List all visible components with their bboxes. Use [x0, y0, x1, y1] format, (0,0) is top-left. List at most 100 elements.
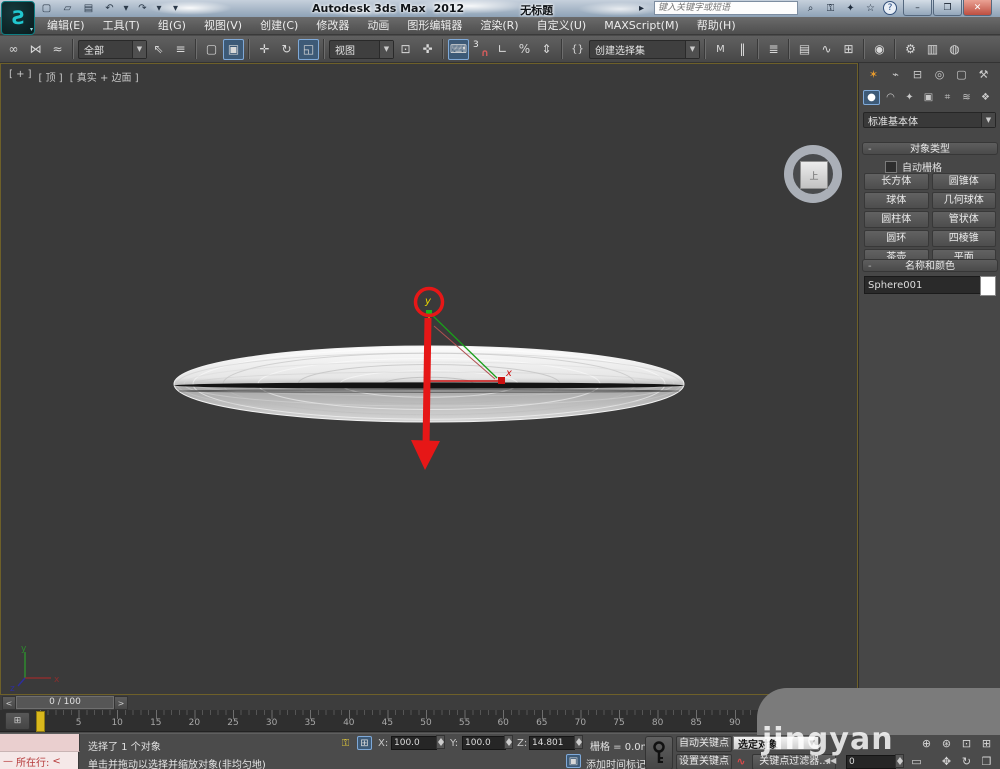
subscription-key-icon[interactable] — [823, 2, 838, 15]
redo-icon[interactable] — [134, 1, 151, 15]
add-time-tag-label[interactable]: 添加时间标记 — [586, 756, 646, 769]
menu-item[interactable]: 修改器 — [307, 17, 358, 35]
x-coord-spinner[interactable] — [436, 735, 445, 749]
named-selection-sets-icon[interactable] — [567, 39, 588, 60]
align-icon[interactable] — [732, 39, 753, 60]
category-lights-icon[interactable] — [901, 90, 918, 105]
render-production-icon[interactable] — [944, 39, 965, 60]
category-helpers-icon[interactable] — [939, 90, 956, 105]
select-by-name-icon[interactable] — [170, 39, 191, 60]
category-systems-icon[interactable] — [977, 90, 994, 105]
zoom-extents-all-icon[interactable] — [978, 736, 995, 751]
object-type-button[interactable]: 球体 — [864, 192, 929, 209]
mini-curve-editor-icon[interactable] — [5, 712, 30, 730]
maxscript-listener-line[interactable]: — 所在行: < — [0, 752, 79, 769]
spinner-snap-icon[interactable] — [536, 39, 557, 60]
open-file-icon[interactable] — [59, 1, 76, 15]
time-slider-value[interactable]: 0 / 100 — [16, 696, 114, 709]
layer-manager-icon[interactable] — [763, 39, 784, 60]
time-slider-handle[interactable] — [36, 711, 45, 732]
current-frame-field[interactable] — [846, 755, 896, 769]
minimize-button[interactable] — [903, 0, 932, 16]
primitive-type-dropdown[interactable]: 标准基本体 — [863, 112, 996, 128]
help-icon[interactable] — [883, 1, 897, 15]
viewport-menu-general[interactable]: [ + ] — [9, 69, 32, 84]
reference-coordinate-dropdown[interactable]: 视图 — [329, 40, 394, 59]
object-type-button[interactable]: 几何球体 — [932, 192, 997, 209]
object-name-field[interactable] — [864, 276, 982, 294]
object-color-swatch[interactable] — [980, 276, 996, 296]
snap-toggle-icon[interactable]: 3 — [470, 39, 491, 60]
infocenter-expand-icon[interactable] — [634, 2, 649, 15]
save-file-icon[interactable] — [80, 1, 97, 15]
zoom-icon[interactable] — [918, 736, 935, 751]
tab-utilities-icon[interactable] — [974, 66, 993, 83]
select-and-scale-icon[interactable] — [298, 39, 319, 60]
viewcube-top-face[interactable]: 上 — [800, 161, 828, 189]
bind-to-space-warp-icon[interactable] — [47, 39, 68, 60]
z-coord-spinner[interactable] — [574, 735, 583, 749]
track-bar[interactable]: 051015202530354045505560657075808590 — [0, 710, 858, 732]
undo-icon[interactable] — [101, 1, 118, 15]
tab-modify-icon[interactable] — [886, 66, 905, 83]
search-input[interactable] — [654, 1, 798, 15]
select-and-link-icon[interactable] — [3, 39, 24, 60]
viewport-menu-shading[interactable]: [ 真实 + 边面 ] — [70, 69, 139, 84]
autogrid-checkbox[interactable] — [885, 161, 897, 173]
rendered-frame-window-icon[interactable] — [922, 39, 943, 60]
object-type-button[interactable]: 圆锥体 — [932, 173, 997, 190]
previous-frame-button[interactable]: < — [2, 696, 16, 710]
menu-item[interactable]: 视图(V) — [195, 17, 251, 35]
y-coord-field[interactable] — [462, 736, 506, 750]
search-icon[interactable] — [803, 2, 818, 15]
selection-set-dropdown[interactable]: 创建选择集 — [589, 40, 700, 59]
category-shapes-icon[interactable] — [882, 90, 899, 105]
goto-start-icon[interactable]: ◀◀ — [824, 756, 836, 765]
close-button[interactable] — [963, 0, 992, 16]
object-type-button[interactable]: 圆柱体 — [864, 211, 929, 228]
window-crossing-toggle-icon[interactable] — [223, 39, 244, 60]
angle-snap-icon[interactable] — [492, 39, 513, 60]
viewport-top[interactable]: [ + ] [ 顶 ] [ 真实 + 边面 ] — [0, 63, 858, 695]
frame-spinner[interactable] — [895, 754, 904, 768]
selection-filter-dropdown[interactable]: 全部 — [78, 40, 147, 59]
menu-item[interactable]: MAXScript(M) — [595, 17, 688, 35]
communication-center-icon[interactable] — [843, 2, 858, 15]
set-key-button[interactable]: 设置关键点 — [676, 754, 732, 769]
max-logo-button[interactable]: S — [1, 1, 35, 35]
orbit-icon[interactable] — [958, 754, 975, 769]
undo-dropdown-icon[interactable] — [122, 1, 130, 15]
menu-item[interactable]: 工具(T) — [94, 17, 149, 35]
tab-create-icon[interactable] — [864, 66, 883, 83]
absolute-offset-toggle-icon[interactable] — [357, 736, 372, 750]
zoom-region-icon[interactable] — [908, 754, 925, 769]
tab-motion-icon[interactable] — [930, 66, 949, 83]
set-keys-button[interactable] — [645, 736, 673, 769]
menu-item[interactable]: 自定义(U) — [528, 17, 596, 35]
maximize-viewport-icon[interactable] — [978, 754, 995, 769]
menu-item[interactable]: 渲染(R) — [471, 17, 527, 35]
redo-dropdown-icon[interactable] — [155, 1, 163, 15]
select-and-manipulate-icon[interactable] — [417, 39, 438, 60]
z-coord-field[interactable] — [529, 736, 575, 750]
viewport-menu-pov[interactable]: [ 顶 ] — [39, 69, 63, 84]
render-setup-icon[interactable] — [900, 39, 921, 60]
menu-item[interactable]: 编辑(E) — [38, 17, 94, 35]
menu-item[interactable]: 动画 — [358, 17, 398, 35]
select-and-rotate-icon[interactable] — [276, 39, 297, 60]
category-cameras-icon[interactable] — [920, 90, 937, 105]
object-type-button[interactable]: 长方体 — [864, 173, 929, 190]
pan-icon[interactable] — [938, 754, 955, 769]
menu-item[interactable]: 图形编辑器 — [398, 17, 471, 35]
schematic-view-icon[interactable] — [838, 39, 859, 60]
select-object-icon[interactable] — [148, 39, 169, 60]
percent-snap-icon[interactable] — [514, 39, 535, 60]
x-coord-field[interactable] — [391, 736, 437, 750]
unlink-selection-icon[interactable] — [25, 39, 46, 60]
mirror-icon[interactable] — [710, 39, 731, 60]
tab-display-icon[interactable] — [952, 66, 971, 83]
maximize-button[interactable] — [933, 0, 962, 16]
curve-editor-icon[interactable] — [816, 39, 837, 60]
y-coord-spinner[interactable] — [504, 735, 513, 749]
tab-hierarchy-icon[interactable] — [908, 66, 927, 83]
